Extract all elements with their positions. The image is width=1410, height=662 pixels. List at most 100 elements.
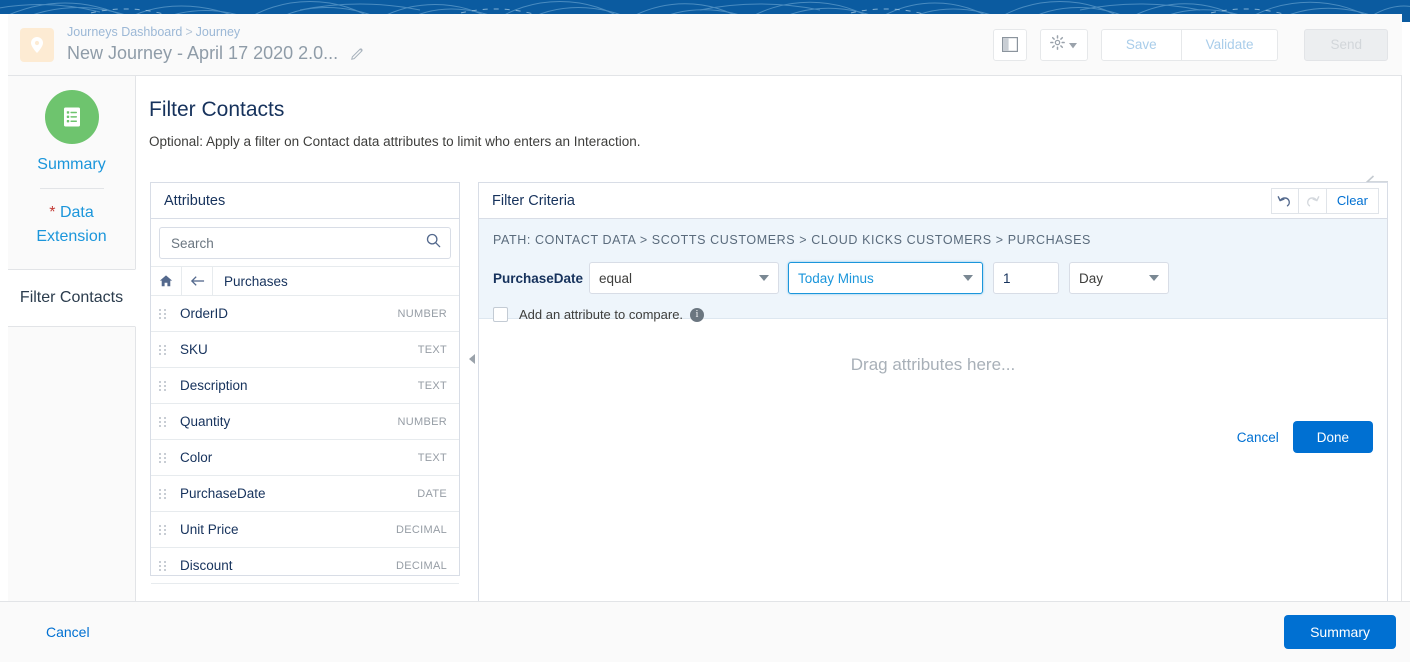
page-title: New Journey - April 17 2020 2.0... bbox=[67, 43, 339, 63]
sidebar-item-label: Data Extension bbox=[36, 204, 107, 245]
send-button[interactable]: Send bbox=[1304, 28, 1388, 61]
breadcrumb-separator: > bbox=[185, 25, 193, 39]
list-item[interactable]: Description TEXT bbox=[151, 368, 459, 404]
list-item-label: OrderID bbox=[180, 306, 229, 321]
list-item-type: DATE bbox=[417, 487, 447, 500]
section-subtitle: Optional: Apply a filter on Contact data… bbox=[149, 134, 641, 149]
gear-icon bbox=[1050, 34, 1066, 55]
chevron-down-icon bbox=[759, 275, 769, 281]
search-icon[interactable] bbox=[426, 233, 441, 253]
undo-icon[interactable] bbox=[1270, 187, 1299, 214]
operator-select[interactable]: equal bbox=[589, 262, 779, 294]
collapse-left-icon[interactable] bbox=[466, 344, 478, 374]
section-title: Filter Contacts bbox=[149, 98, 285, 121]
header-titles: Journeys Dashboard > Journey New Journey -… bbox=[67, 24, 365, 65]
sidebar-item-filter-contacts[interactable]: Filter Contacts bbox=[8, 269, 136, 327]
map-pin-icon bbox=[20, 27, 54, 62]
list-item[interactable]: SKU TEXT bbox=[151, 332, 459, 368]
value-mode-select[interactable]: Today Minus bbox=[788, 262, 983, 294]
caret-down-icon bbox=[1069, 36, 1078, 54]
rule-attribute-label: PurchaseDate bbox=[493, 270, 584, 286]
list-item-label: Description bbox=[180, 378, 248, 393]
drag-handle-icon[interactable] bbox=[159, 524, 169, 535]
home-icon[interactable] bbox=[151, 266, 182, 296]
list-item-type: NUMBER bbox=[397, 307, 447, 320]
filter-criteria-title: Filter Criteria bbox=[492, 192, 575, 209]
list-item[interactable]: OrderID NUMBER bbox=[151, 296, 459, 332]
list-item[interactable]: PurchaseDate DATE bbox=[151, 476, 459, 512]
value-mode-select-value: Today Minus bbox=[798, 270, 874, 286]
validate-button[interactable]: Validate bbox=[1181, 28, 1279, 61]
list-item-type: TEXT bbox=[417, 379, 447, 392]
path-panel: PATH: CONTACT DATA > SCOTTS CUSTOMERS > … bbox=[479, 219, 1387, 453]
list-item-label: Discount bbox=[180, 558, 233, 573]
attributes-list: OrderID NUMBER SKU TEXT Description TEXT Quant… bbox=[151, 296, 459, 584]
criteria-body: PATH: CONTACT DATA > SCOTTS CUSTOMERS > … bbox=[479, 219, 1387, 656]
clear-button[interactable]: Clear bbox=[1326, 187, 1379, 214]
drag-handle-icon[interactable] bbox=[159, 416, 169, 427]
attributes-breadcrumb[interactable]: Purchases bbox=[213, 274, 288, 289]
save-validate-group: Save Validate bbox=[1100, 28, 1279, 61]
drag-handle-icon[interactable] bbox=[159, 380, 169, 391]
drag-handle-icon[interactable] bbox=[159, 488, 169, 499]
rail-divider bbox=[39, 188, 104, 189]
search-wrapper bbox=[151, 219, 459, 266]
left-rail: Summary * Data Extension Filter Contacts bbox=[8, 76, 136, 601]
list-item-label: SKU bbox=[180, 342, 208, 357]
save-button[interactable]: Save bbox=[1100, 28, 1182, 61]
settings-menu-button[interactable] bbox=[1039, 28, 1088, 61]
breadcrumb-root[interactable]: Journeys Dashboard bbox=[67, 25, 182, 39]
criteria-tools: Clear bbox=[1270, 187, 1379, 214]
path-breadcrumb: PATH: CONTACT DATA > SCOTTS CUSTOMERS > … bbox=[493, 233, 1091, 247]
list-item[interactable]: Unit Price DECIMAL bbox=[151, 512, 459, 548]
rail-summary-section: Summary * Data Extension bbox=[8, 76, 135, 249]
amount-input[interactable] bbox=[993, 262, 1059, 294]
triangle-left-shape bbox=[469, 354, 475, 364]
operator-select-value: equal bbox=[599, 270, 633, 286]
list-item-type: DECIMAL bbox=[396, 523, 447, 536]
list-item-type: NUMBER bbox=[397, 415, 447, 428]
attributes-panel-header: Attributes bbox=[151, 183, 459, 219]
filter-criteria-panel: Filter Criteria Clear PATH: CONTACT DATA… bbox=[478, 182, 1388, 656]
list-item[interactable]: Discount DECIMAL bbox=[151, 548, 459, 584]
list-item-type: DECIMAL bbox=[396, 559, 447, 572]
pencil-icon[interactable] bbox=[350, 46, 365, 61]
drag-handle-icon[interactable] bbox=[159, 308, 169, 319]
drag-handle-icon[interactable] bbox=[159, 560, 169, 571]
chevron-down-icon bbox=[1149, 275, 1159, 281]
list-item-label: Quantity bbox=[180, 414, 231, 429]
search-box[interactable] bbox=[159, 227, 451, 259]
attributes-back-icon[interactable] bbox=[182, 266, 213, 296]
attributes-nav-row: Purchases bbox=[151, 266, 459, 296]
breadcrumb-current[interactable]: Journey bbox=[196, 25, 240, 39]
list-document-icon bbox=[44, 90, 99, 144]
content-area: Filter Contacts Optional: Apply a filter… bbox=[136, 76, 1402, 656]
drag-handle-icon[interactable] bbox=[159, 344, 169, 355]
list-item[interactable]: Color TEXT bbox=[151, 440, 459, 476]
list-item-label: Unit Price bbox=[180, 522, 239, 537]
panel-toggle-icon[interactable] bbox=[992, 28, 1027, 61]
list-item-type: TEXT bbox=[417, 343, 447, 356]
sidebar-item-data-extension[interactable]: * Data Extension bbox=[8, 201, 135, 249]
header-actions: Save Validate Send bbox=[992, 28, 1388, 61]
attributes-panel: Attributes Search Purchases OrderID NUMB… bbox=[150, 182, 460, 584]
dropzone-text: Drag attributes here... bbox=[850, 355, 1016, 374]
journey-title-row: New Journey - April 17 2020 2.0... bbox=[67, 41, 365, 65]
filter-criteria-header: Filter Criteria Clear bbox=[479, 183, 1387, 219]
list-item[interactable]: Quantity NUMBER bbox=[151, 404, 459, 440]
search-input[interactable] bbox=[169, 234, 426, 252]
app-header: Journeys Dashboard > Journey New Journey -… bbox=[8, 14, 1402, 76]
footer-cancel-button[interactable]: Cancel bbox=[46, 624, 90, 640]
unit-select[interactable]: Day bbox=[1069, 262, 1169, 294]
required-asterisk: * bbox=[49, 204, 56, 221]
drag-handle-icon[interactable] bbox=[159, 452, 169, 463]
left-edge-spacer bbox=[0, 14, 8, 601]
footer-summary-button[interactable]: Summary bbox=[1284, 615, 1396, 649]
list-item-type: TEXT bbox=[417, 451, 447, 464]
list-item-label: PurchaseDate bbox=[180, 486, 266, 501]
chevron-down-icon bbox=[963, 275, 973, 281]
attributes-dropzone[interactable]: Drag attributes here... bbox=[479, 319, 1387, 628]
redo-icon bbox=[1298, 187, 1327, 214]
breadcrumb: Journeys Dashboard > Journey bbox=[67, 24, 365, 40]
sidebar-item-summary[interactable]: Summary bbox=[8, 156, 135, 174]
